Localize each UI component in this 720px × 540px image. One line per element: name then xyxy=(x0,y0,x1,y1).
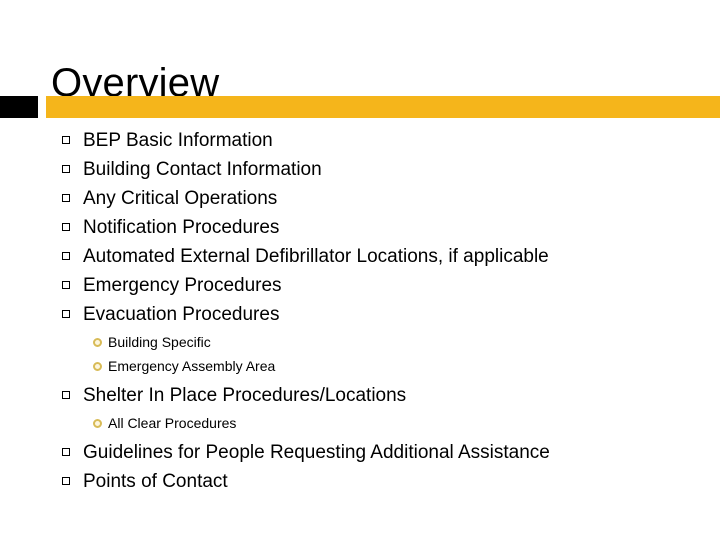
list-item-label: Building Contact Information xyxy=(83,159,322,180)
title-divider-band xyxy=(0,96,720,118)
slide-body: BEP Basic Information Building Contact I… xyxy=(0,126,720,496)
outline-list: BEP Basic Information Building Contact I… xyxy=(0,126,720,496)
square-bullet-icon xyxy=(62,252,70,260)
list-item-label: Any Critical Operations xyxy=(83,188,278,209)
outline-sublist: Building Specific Emergency Assembly Are… xyxy=(0,330,720,378)
list-item-label: Building Specific xyxy=(108,334,211,350)
list-item: Shelter In Place Procedures/Locations xyxy=(0,381,720,410)
list-item-label: Emergency Procedures xyxy=(83,275,282,296)
square-bullet-icon xyxy=(62,281,70,289)
square-bullet-icon xyxy=(62,194,70,202)
list-item: Building Contact Information xyxy=(0,155,720,184)
sublist-container: Building Specific Emergency Assembly Are… xyxy=(0,330,720,378)
list-item-label: Points of Contact xyxy=(83,471,228,492)
list-item: Emergency Procedures xyxy=(0,271,720,300)
presentation-slide: Overview BEP Basic Information Building … xyxy=(0,0,720,540)
ring-bullet-icon xyxy=(93,338,102,347)
sublist-container: All Clear Procedures xyxy=(0,411,720,435)
outline-sublist: All Clear Procedures xyxy=(0,411,720,435)
list-item: Emergency Assembly Area xyxy=(0,354,720,378)
list-item-label: BEP Basic Information xyxy=(83,130,273,151)
list-item: Guidelines for People Requesting Additio… xyxy=(0,438,720,467)
list-item-label: Automated External Defibrillator Locatio… xyxy=(83,246,549,267)
list-item: Points of Contact xyxy=(0,467,720,496)
square-bullet-icon xyxy=(62,223,70,231)
divider-accent-bar xyxy=(46,96,720,118)
list-item-label: Emergency Assembly Area xyxy=(108,358,276,374)
divider-black-block xyxy=(0,96,38,118)
list-item-label: Shelter In Place Procedures/Locations xyxy=(83,385,407,406)
square-bullet-icon xyxy=(62,391,70,399)
list-item-label: Evacuation Procedures xyxy=(83,304,280,325)
square-bullet-icon xyxy=(62,136,70,144)
list-item-label: Notification Procedures xyxy=(83,217,280,238)
list-item: Automated External Defibrillator Locatio… xyxy=(0,242,720,271)
list-item: All Clear Procedures xyxy=(0,411,720,435)
square-bullet-icon xyxy=(62,310,70,318)
list-item: Building Specific xyxy=(0,330,720,354)
list-item-label: All Clear Procedures xyxy=(108,415,237,431)
ring-bullet-icon xyxy=(93,362,102,371)
square-bullet-icon xyxy=(62,165,70,173)
list-item: Evacuation Procedures xyxy=(0,300,720,329)
square-bullet-icon xyxy=(62,477,70,485)
ring-bullet-icon xyxy=(93,419,102,428)
list-item: Any Critical Operations xyxy=(0,184,720,213)
list-item-label: Guidelines for People Requesting Additio… xyxy=(83,442,550,463)
list-item: Notification Procedures xyxy=(0,213,720,242)
square-bullet-icon xyxy=(62,448,70,456)
list-item: BEP Basic Information xyxy=(0,126,720,155)
